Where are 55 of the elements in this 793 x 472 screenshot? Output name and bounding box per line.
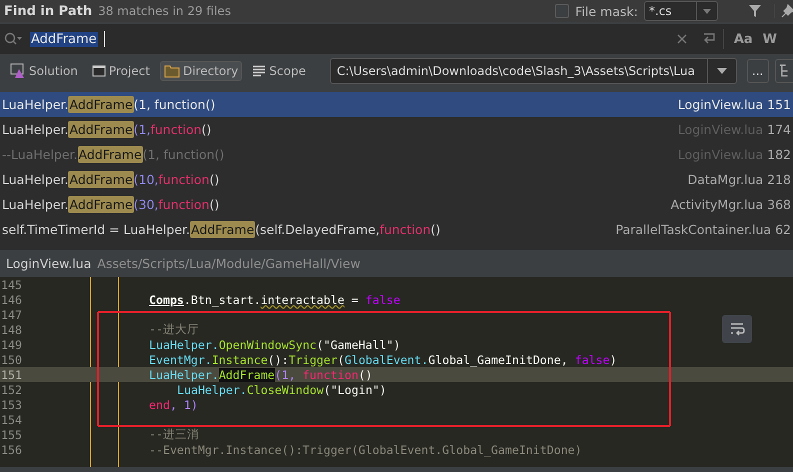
line-number: 155 — [0, 428, 23, 442]
file-mask-checkbox[interactable] — [555, 4, 570, 18]
search-option-toggle[interactable]: W — [762, 32, 777, 46]
line-number: 156 — [0, 442, 23, 456]
solution-icon — [10, 63, 26, 79]
search-field[interactable]: AddFrame — [30, 32, 98, 46]
line-number: 151 — [0, 368, 23, 382]
code-editor[interactable] — [0, 277, 793, 467]
wrap-icon — [729, 322, 745, 336]
line-number: 153 — [0, 398, 23, 412]
code-line: end, 1) — [148, 398, 198, 412]
code-line: --进大厅 — [148, 322, 199, 337]
result-row[interactable]: self.TimeTimerId = LuaHelper.AddFrame(self.DelayedFrame,function() ParallelTaskContainer.lua 62 — [0, 217, 793, 242]
close-icon[interactable] — [676, 34, 687, 44]
code-line: --进三消 — [148, 427, 199, 442]
pin-icon[interactable] — [781, 4, 793, 18]
scope-tab[interactable]: Project — [88, 61, 154, 81]
list-icon — [252, 65, 266, 77]
line-number: 149 — [0, 338, 23, 352]
folder-icon — [164, 64, 180, 78]
search-icon[interactable] — [4, 32, 24, 46]
code-line: LuaHelper.OpenWindowSync("GameHall") — [148, 338, 400, 352]
scope-tab[interactable]: Solution — [6, 60, 82, 82]
code-line: Comps.Btn_start.interactable = false — [148, 292, 400, 306]
code-line: --EventMgr.Instance():Trigger(GlobalEvent.Global_GameInitDone) — [148, 442, 582, 456]
line-number: 152 — [0, 382, 23, 396]
line-number: 146 — [0, 292, 23, 306]
preview-file-name: LoginView.lua — [6, 256, 92, 271]
line-number: 145 — [0, 278, 23, 292]
search-option-toggle[interactable]: Aa — [734, 32, 753, 46]
directory-dropdown[interactable]: C:\Users\admin\Downloads\code\Slash_3\Assets\Scripts\Lua — [330, 58, 737, 84]
line-number: 150 — [0, 352, 23, 366]
line-number: 154 — [0, 412, 23, 426]
result-row[interactable]: LuaHelper.AddFrame(10,function() DataMgr.lua 218 — [0, 167, 793, 192]
browse-button[interactable]: ... — [746, 59, 769, 83]
code-line: LuaHelper.CloseWindow("Login") — [176, 382, 386, 396]
preview-file-path: Assets/Scripts/Lua/Module/GameHall/View — [97, 256, 360, 271]
scope-tab[interactable]: Scope — [248, 61, 310, 81]
line-number: 148 — [0, 322, 23, 336]
match-count: 38 matches in 29 files — [98, 4, 231, 18]
caret-icon — [703, 8, 711, 14]
code-line: LuaHelper.AddFrame(1, function() — [148, 368, 372, 382]
result-row[interactable]: LuaHelper.AddFrame(30,function() ActivityMgr.lua 368 — [0, 192, 793, 217]
tree-icon[interactable] — [774, 59, 793, 83]
scope-tab[interactable]: Directory — [160, 61, 242, 81]
dialog-title: Find in Path — [4, 4, 92, 18]
window-icon — [92, 64, 106, 78]
code-line: EventMgr.Instance():Trigger(GlobalEvent.Global_GameInitDone, false) — [148, 352, 617, 366]
result-row[interactable]: LuaHelper.AddFrame(1, function() LoginView.lua 151 — [0, 92, 793, 117]
file-mask-dropdown[interactable]: *.cs — [644, 1, 718, 21]
caret-icon — [716, 68, 727, 74]
line-number: 147 — [0, 308, 23, 322]
soft-wrap-button[interactable] — [722, 315, 752, 343]
file-mask-label: File mask: — [575, 4, 638, 18]
filter-icon[interactable] — [748, 4, 762, 18]
